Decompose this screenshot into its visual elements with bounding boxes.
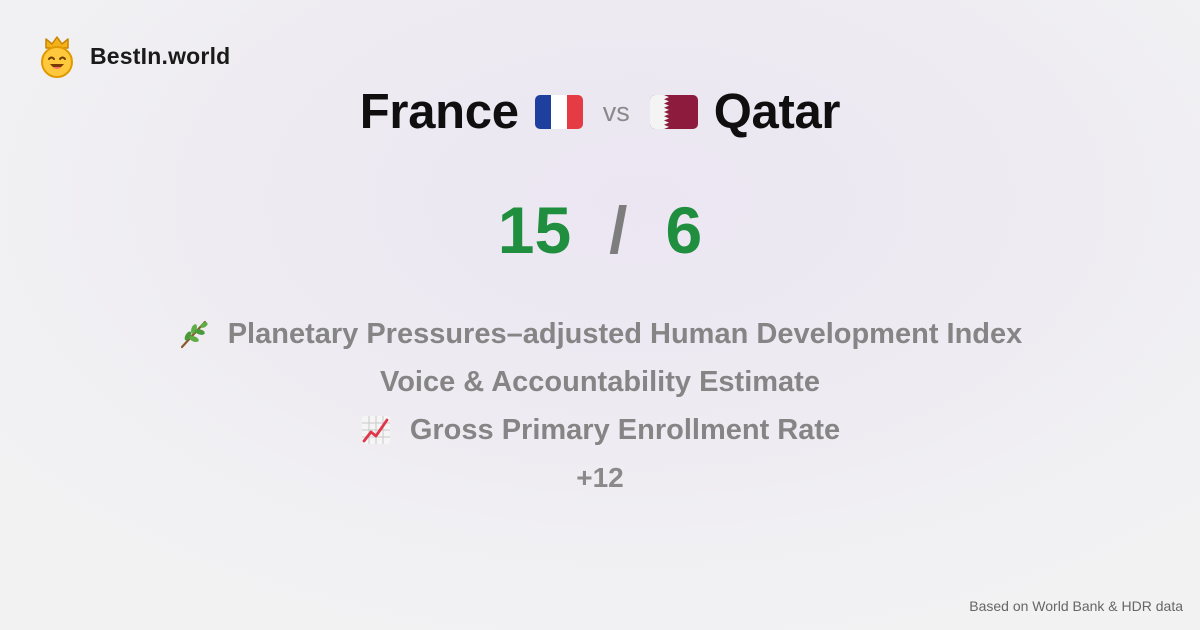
score-row: 15 / 6: [0, 192, 1200, 268]
chart-increasing-icon: [361, 416, 390, 444]
brand-name: BestIn.world: [90, 42, 231, 69]
metric-item: Voice & Accountability Estimate: [0, 358, 1200, 406]
france-flag-icon: [534, 95, 583, 129]
qatar-flag-icon: [649, 95, 698, 129]
crowned-smiley-icon: [41, 36, 73, 78]
comparison-title: France vs Qatar: [0, 84, 1200, 140]
metric-label: Voice & Accountability Estimate: [380, 365, 820, 398]
leaf-branch-icon: [180, 320, 208, 349]
more-metrics-count: +12: [576, 462, 624, 493]
vs-label: vs: [602, 96, 630, 127]
metrics-list: Planetary Pressures–adjusted Human Devel…: [0, 310, 1200, 502]
score-right: 6: [665, 193, 703, 267]
metric-item: Gross Primary Enrollment Rate: [0, 406, 1200, 454]
metric-label: Gross Primary Enrollment Rate: [409, 413, 841, 446]
metric-item: Planetary Pressures–adjusted Human Devel…: [0, 310, 1200, 358]
country-right-name: Qatar: [713, 85, 841, 139]
score-left: 15: [497, 193, 572, 267]
metric-label: Planetary Pressures–adjusted Human Devel…: [227, 317, 1023, 350]
brand-link[interactable]: BestIn.world: [38, 34, 230, 78]
score-separator: /: [609, 193, 628, 267]
country-left-name: France: [359, 85, 519, 139]
data-source-note: Based on World Bank & HDR data: [969, 598, 1183, 614]
